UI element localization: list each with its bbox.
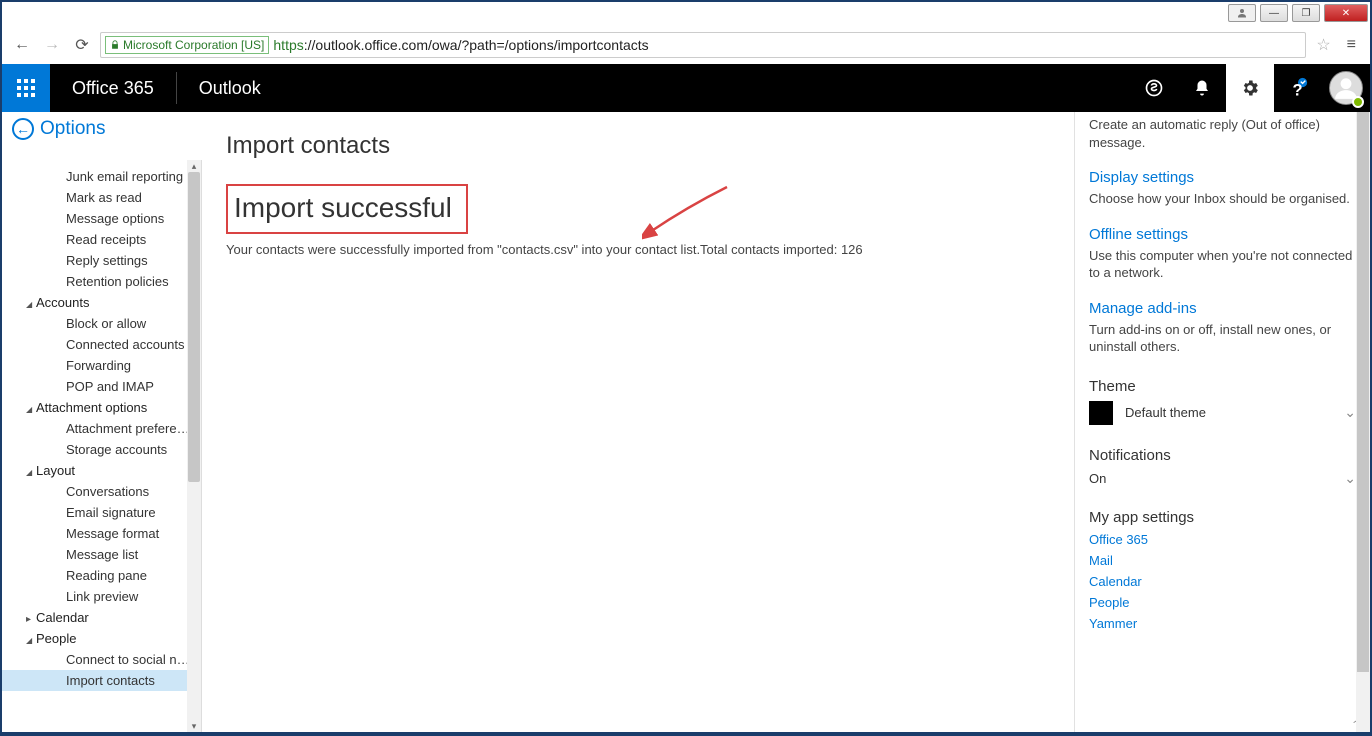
settings-gear-icon[interactable] xyxy=(1226,64,1274,112)
window-user-button[interactable] xyxy=(1228,4,1256,22)
nav-item-retention-policies[interactable]: Retention policies xyxy=(2,271,201,292)
chevron-down-icon: ⌄ xyxy=(1344,404,1356,421)
manage-addins-link[interactable]: Manage add-ins xyxy=(1089,300,1356,317)
manage-addins-desc: Turn add-ins on or off, install new ones… xyxy=(1089,321,1356,356)
nav-item-email-signature[interactable]: Email signature xyxy=(2,502,201,523)
notifications-selector[interactable]: On ⌄ xyxy=(1089,470,1356,487)
nav-item-connect-to-social-networ[interactable]: Connect to social networ xyxy=(2,649,201,670)
nav-item-forwarding[interactable]: Forwarding xyxy=(2,355,201,376)
scrollbar-down-icon[interactable]: ▾ xyxy=(187,720,201,732)
nav-item-message-options[interactable]: Message options xyxy=(2,208,201,229)
browser-toolbar: ← → ⟳ Microsoft Corporation [US] https:/… xyxy=(2,26,1370,64)
nav-item-attachment-options[interactable]: Attachment options xyxy=(2,397,201,418)
window-minimize[interactable]: — xyxy=(1260,4,1288,22)
app-link-people[interactable]: People xyxy=(1089,595,1356,610)
nav-item-block-or-allow[interactable]: Block or allow xyxy=(2,313,201,334)
theme-swatch-icon xyxy=(1089,401,1113,425)
notifications-value: On xyxy=(1089,471,1106,486)
nav-item-people[interactable]: People xyxy=(2,628,201,649)
nav-item-pop-and-imap[interactable]: POP and IMAP xyxy=(2,376,201,397)
main-content: Import contacts Import successful Your c… xyxy=(202,112,1074,732)
nav-forward-button[interactable]: → xyxy=(40,33,64,57)
automatic-replies-desc: Create an automatic reply (Out of office… xyxy=(1089,116,1356,151)
app-link-mail[interactable]: Mail xyxy=(1089,553,1356,568)
nav-item-mark-as-read[interactable]: Mark as read xyxy=(2,187,201,208)
nav-back-button[interactable]: ← xyxy=(10,33,34,57)
url-text: https://outlook.office.com/owa/?path=/op… xyxy=(273,37,648,53)
display-settings-desc: Choose how your Inbox should be organise… xyxy=(1089,190,1356,208)
theme-value: Default theme xyxy=(1125,405,1206,420)
scrollbar-up-icon[interactable]: ▴ xyxy=(187,160,201,172)
import-result-description: Your contacts were successfully imported… xyxy=(226,242,1050,257)
my-app-settings-label: My app settings xyxy=(1089,509,1356,526)
import-result-heading: Import successful xyxy=(234,192,452,224)
nav-item-junk-email-reporting[interactable]: Junk email reporting xyxy=(2,166,201,187)
app-link-office-365[interactable]: Office 365 xyxy=(1089,532,1356,547)
bookmark-star-icon[interactable]: ☆ xyxy=(1312,35,1334,55)
nav-reload-button[interactable]: ⟳ xyxy=(70,33,94,57)
nav-item-attachment-preference[interactable]: Attachment preference xyxy=(2,418,201,439)
left-scrollbar[interactable]: ▴ ▾ xyxy=(187,160,201,732)
page-title: Import contacts xyxy=(226,132,1050,160)
browser-menu-icon[interactable]: ≡ xyxy=(1341,36,1362,54)
offline-settings-link[interactable]: Offline settings xyxy=(1089,226,1356,243)
nav-item-reply-settings[interactable]: Reply settings xyxy=(2,250,201,271)
svg-text:?: ? xyxy=(1293,81,1303,99)
annotation-arrow-icon xyxy=(642,182,732,242)
window-chrome: — ❐ ✕ xyxy=(1226,2,1370,24)
app-launcher-icon[interactable] xyxy=(2,64,50,112)
window-close[interactable]: ✕ xyxy=(1324,4,1368,22)
app-link-yammer[interactable]: Yammer xyxy=(1089,616,1356,631)
skype-icon[interactable] xyxy=(1130,64,1178,112)
nav-item-connected-accounts[interactable]: Connected accounts xyxy=(2,334,201,355)
brand-label[interactable]: Office 365 xyxy=(50,64,176,112)
theme-selector[interactable]: Default theme ⌄ xyxy=(1089,401,1356,425)
chevron-down-icon: ⌄ xyxy=(1344,470,1356,487)
display-settings-link[interactable]: Display settings xyxy=(1089,169,1356,186)
nav-item-import-contacts[interactable]: Import contacts xyxy=(2,670,201,691)
app-links: Office 365 Mail Calendar People Yammer xyxy=(1089,532,1356,631)
notifications-bell-icon[interactable] xyxy=(1178,64,1226,112)
right-scrollbar[interactable] xyxy=(1356,112,1370,732)
nav-item-link-preview[interactable]: Link preview xyxy=(2,586,201,607)
notifications-label: Notifications xyxy=(1089,447,1356,464)
theme-label: Theme xyxy=(1089,378,1356,395)
window-maximize[interactable]: ❐ xyxy=(1292,4,1320,22)
nav-item-read-receipts[interactable]: Read receipts xyxy=(2,229,201,250)
scrollbar-thumb[interactable] xyxy=(188,172,200,482)
nav-item-reading-pane[interactable]: Reading pane xyxy=(2,565,201,586)
app-label[interactable]: Outlook xyxy=(177,64,283,112)
nav-item-message-format[interactable]: Message format xyxy=(2,523,201,544)
presence-indicator xyxy=(1352,96,1364,108)
help-icon[interactable]: ? xyxy=(1274,64,1322,112)
offline-settings-desc: Use this computer when you're not connec… xyxy=(1089,247,1356,282)
settings-pane: Create an automatic reply (Out of office… xyxy=(1074,112,1370,732)
nav-item-accounts[interactable]: Accounts xyxy=(2,292,201,313)
nav-item-storage-accounts[interactable]: Storage accounts xyxy=(2,439,201,460)
nav-item-calendar[interactable]: Calendar xyxy=(2,607,201,628)
scrollbar-thumb[interactable] xyxy=(1357,112,1369,672)
user-avatar[interactable] xyxy=(1322,64,1370,112)
app-link-calendar[interactable]: Calendar xyxy=(1089,574,1356,589)
ssl-badge: Microsoft Corporation [US] xyxy=(105,36,269,54)
options-nav: Junk email reportingMark as readMessage … xyxy=(2,160,202,732)
import-result-highlight: Import successful xyxy=(226,184,468,234)
app-top-bar: Office 365 Outlook ? xyxy=(2,64,1370,112)
address-bar[interactable]: Microsoft Corporation [US] https://outlo… xyxy=(100,32,1306,58)
nav-item-conversations[interactable]: Conversations xyxy=(2,481,201,502)
nav-item-layout[interactable]: Layout xyxy=(2,460,201,481)
ssl-badge-text: Microsoft Corporation [US] xyxy=(123,38,264,52)
nav-item-message-list[interactable]: Message list xyxy=(2,544,201,565)
